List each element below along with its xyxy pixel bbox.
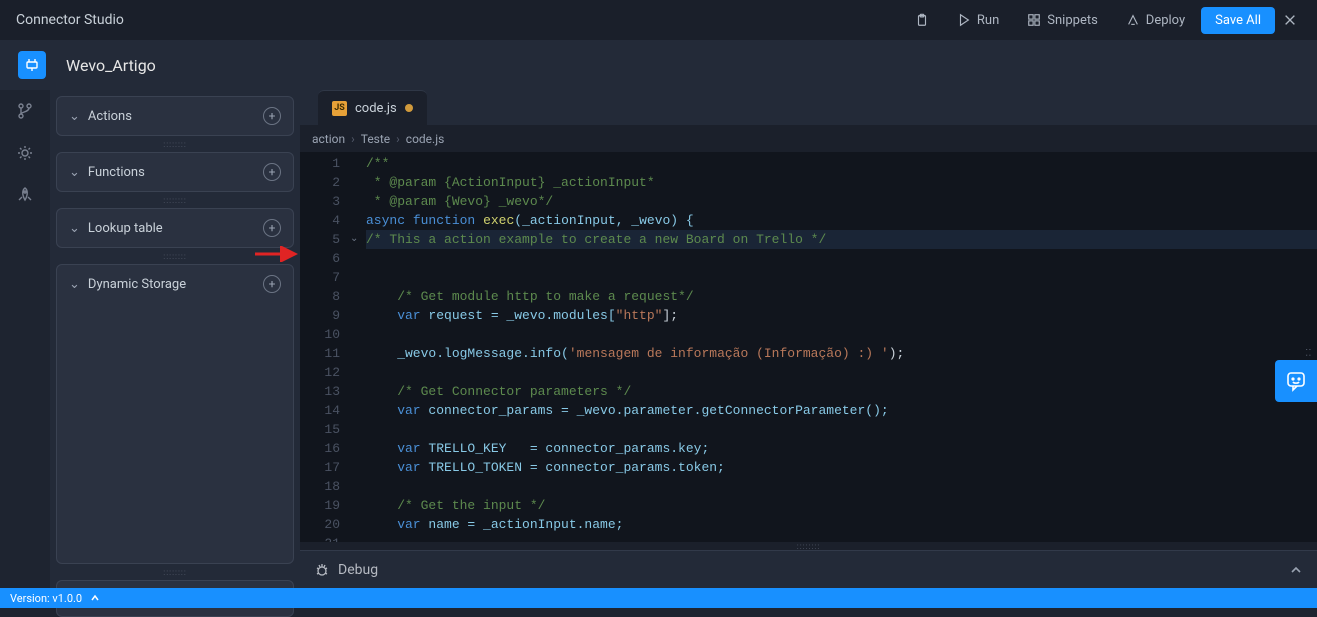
save-all-button[interactable]: Save All <box>1201 7 1275 34</box>
tab-strip: JS code.js <box>300 90 1317 126</box>
project-bar: Wevo_Artigo <box>0 40 1317 90</box>
rail-item-branch[interactable] <box>16 102 34 120</box>
line-number-gutter: 1234567891011121314151617181920212223 <box>300 152 350 542</box>
version-label: Version: v1.0.0 <box>10 592 82 605</box>
deploy-button[interactable]: Deploy <box>1114 7 1197 34</box>
status-bar: Version: v1.0.0 <box>0 588 1317 608</box>
code-editor[interactable]: 1234567891011121314151617181920212223 ⌄ … <box>300 152 1317 542</box>
snippets-label: Snippets <box>1047 13 1098 28</box>
panel-label: Actions <box>88 109 132 124</box>
top-bar: Connector Studio Run Snippets Deploy Sav… <box>0 0 1317 40</box>
panel-header-actions[interactable]: ⌄ Actions + <box>57 97 293 135</box>
breadcrumb-item[interactable]: code.js <box>406 132 444 146</box>
save-all-label: Save All <box>1215 13 1261 28</box>
close-icon <box>1283 13 1297 27</box>
project-icon <box>18 51 46 79</box>
dirty-indicator-icon <box>405 104 413 112</box>
editor-area: JS code.js action › Teste › code.js 1234… <box>300 90 1317 588</box>
panel-label: Dynamic Storage <box>88 277 186 292</box>
panel-lookup: ⌄ Lookup table + <box>56 208 294 248</box>
topbar-actions: Run Snippets Deploy Save All <box>903 7 1301 34</box>
panel-dynamic-storage: ⌄ Dynamic Storage + <box>56 264 294 564</box>
panel-functions: ⌄ Functions + <box>56 152 294 192</box>
app-title: Connector Studio <box>16 12 124 28</box>
panel-body-dynamic-storage <box>57 303 293 563</box>
bug-icon <box>314 562 330 578</box>
plug-icon <box>24 57 40 73</box>
project-name: Wevo_Artigo <box>66 56 156 75</box>
activity-rail <box>0 90 50 588</box>
panel-label: Functions <box>88 165 145 180</box>
chevron-down-icon: ⌄ <box>69 109 80 124</box>
play-icon <box>957 13 971 27</box>
close-button[interactable] <box>1279 7 1301 33</box>
panel-actions: ⌄ Actions + <box>56 96 294 136</box>
rocket-icon <box>16 186 34 204</box>
chevron-right-icon: › <box>351 132 355 146</box>
resize-grip[interactable]: :::::::: <box>300 542 1317 550</box>
breadcrumb-item[interactable]: action <box>312 132 345 146</box>
panel-header-lookup[interactable]: ⌄ Lookup table + <box>57 209 293 247</box>
add-lookup-button[interactable]: + <box>263 219 281 237</box>
status-expand-button[interactable] <box>90 593 100 603</box>
panel-header-functions[interactable]: ⌄ Functions + <box>57 153 293 191</box>
debug-label: Debug <box>338 562 378 578</box>
debug-panel-header[interactable]: Debug <box>300 550 1317 588</box>
breadcrumb: action › Teste › code.js <box>300 126 1317 152</box>
main-layout: ⌄ Actions + :::::::: ⌄ Functions + :::::… <box>0 90 1317 588</box>
deploy-label: Deploy <box>1146 13 1185 28</box>
resize-grip[interactable]: :::::::: <box>56 140 294 148</box>
gear-icon <box>16 144 34 162</box>
help-widget[interactable] <box>1275 360 1317 402</box>
panel-header-dynamic-storage[interactable]: ⌄ Dynamic Storage + <box>57 265 293 303</box>
tab-filename: code.js <box>355 101 397 116</box>
snippets-button[interactable]: Snippets <box>1015 7 1110 34</box>
chat-smile-icon <box>1285 370 1307 392</box>
js-icon: JS <box>332 101 347 116</box>
resize-grip[interactable]: :::::::: <box>56 568 294 576</box>
snippets-icon <box>1027 13 1041 27</box>
resize-grip[interactable]: :::::::: <box>56 252 294 260</box>
chevron-up-icon <box>1289 563 1303 577</box>
chevron-down-icon: ⌄ <box>69 165 80 180</box>
add-function-button[interactable]: + <box>263 163 281 181</box>
fold-gutter: ⌄ ⌄ <box>350 152 366 542</box>
clipboard-icon <box>915 13 929 27</box>
tab-code-js[interactable]: JS code.js <box>318 90 427 125</box>
chevron-right-icon: › <box>396 132 400 146</box>
breadcrumb-item[interactable]: Teste <box>361 132 390 146</box>
rail-item-settings[interactable] <box>16 144 34 162</box>
deploy-icon <box>1126 13 1140 27</box>
code-content[interactable]: /** * @param {ActionInput} _actionInput*… <box>366 152 1317 542</box>
run-label: Run <box>977 13 999 28</box>
chevron-down-icon: ⌄ <box>69 221 80 236</box>
chevron-down-icon: ⌄ <box>69 277 80 292</box>
chevron-up-icon <box>90 593 100 603</box>
branch-icon <box>16 102 34 120</box>
clipboard-button[interactable] <box>903 7 941 33</box>
add-action-button[interactable]: + <box>263 107 281 125</box>
expand-debug-button[interactable] <box>1289 563 1303 577</box>
add-dynamic-storage-button[interactable]: + <box>263 275 281 293</box>
rail-item-rocket[interactable] <box>16 186 34 204</box>
sidebar: ⌄ Actions + :::::::: ⌄ Functions + :::::… <box>50 90 300 588</box>
panel-label: Lookup table <box>88 221 163 236</box>
resize-grip[interactable]: :::::::: <box>56 196 294 204</box>
run-button[interactable]: Run <box>945 7 1011 34</box>
